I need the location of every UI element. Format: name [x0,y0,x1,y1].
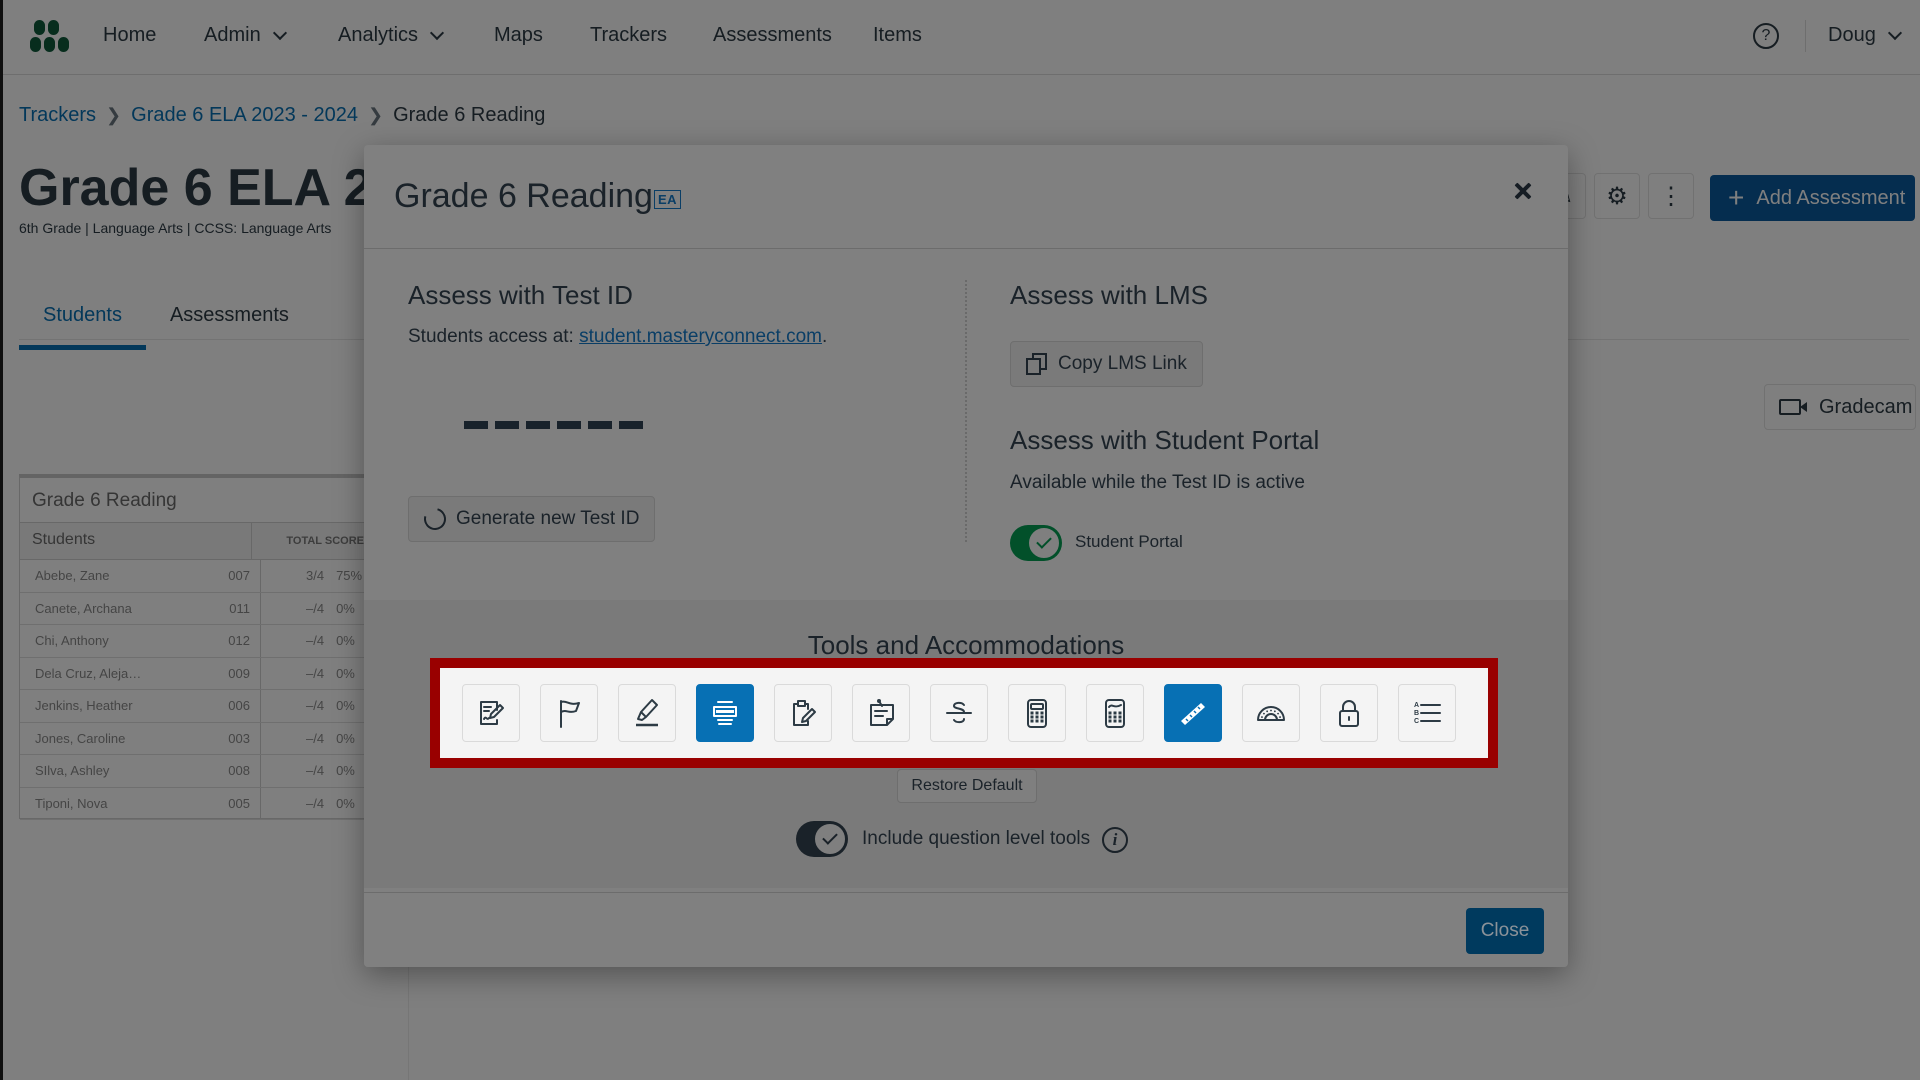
tool-ruler-button[interactable] [1164,684,1222,742]
student-portal-heading: Assess with Student Portal [1010,425,1320,455]
notepad-sign-icon [480,701,504,725]
tool-notepad-sign-button[interactable] [462,684,520,742]
strikethrough-icon [946,701,972,724]
highlighter-icon [636,699,658,727]
student-portal-toggle-label: Student Portal [1075,532,1183,551]
toggle-knob [813,822,847,856]
access-prefix: Students access at: [408,326,580,347]
copy-icon [1026,353,1048,375]
tool-lock-button[interactable] [1320,684,1378,742]
refresh-icon [419,503,451,535]
lock-icon [1339,700,1359,727]
svg-text:B: B [1414,710,1419,717]
test-id-char [619,421,643,429]
test-id-char [464,421,488,429]
modal-footer: Close [364,892,1568,967]
student-portal-toggle[interactable] [1010,525,1062,561]
tool-protractor-button[interactable] [1242,684,1300,742]
copy-lms-link-button[interactable]: Copy LMS Link [1010,341,1203,387]
tool-strikethrough-button[interactable] [930,684,988,742]
svg-text:A: A [1414,702,1419,709]
restore-default-button[interactable]: Restore Default [897,769,1037,803]
ea-badge: EA [654,190,682,209]
clipboard-edit-icon [793,700,816,726]
close-button[interactable]: Close [1466,908,1544,954]
generate-label: Generate new Test ID [456,508,640,529]
tools-heading: Tools and Accommodations [807,630,1125,660]
svg-text:C: C [1414,718,1419,725]
sticky-note-icon [870,699,894,726]
assessment-modal: Grade 6 Reading EA Assess with Test ID S… [364,145,1568,967]
test-id-char [526,421,550,429]
flag-icon [560,700,580,728]
modal-header: Grade 6 Reading EA [364,145,1568,249]
question-level-tools-label: Include question level tools [862,828,1091,849]
check-icon [822,829,838,845]
tool-highlighter-button[interactable] [618,684,676,742]
modal-title: Grade 6 Reading [394,177,653,215]
access-text: Students access at: student.masteryconne… [408,326,827,348]
lms-heading: Assess with LMS [1010,280,1208,310]
info-icon[interactable]: i [1102,827,1128,853]
answer-list-icon: ABC [1414,702,1441,725]
test-id-char [588,421,612,429]
graphing-calculator-icon [1105,699,1125,728]
tool-line-reader-button[interactable] [696,684,754,742]
section-divider [965,280,967,542]
tool-sticky-note-button[interactable] [852,684,910,742]
generate-test-id-button[interactable]: Generate new Test ID [408,496,656,542]
tool-clipboard-edit-button[interactable] [774,684,832,742]
tool-graphing-calculator-button[interactable] [1086,684,1144,742]
toggle-knob [1027,526,1061,560]
tool-flag-button[interactable] [540,684,598,742]
line-reader-icon [713,701,737,725]
question-level-tools-toggle[interactable] [796,821,848,857]
copy-lms-label: Copy LMS Link [1058,353,1187,374]
student-portal-description: Available while the Test ID is active [1010,472,1306,493]
test-id-char [557,421,581,429]
ruler-icon [1181,703,1205,725]
check-icon [1036,533,1052,549]
student-portal-link[interactable]: student.masteryconnect.com [579,326,822,347]
tool-answer-list-button[interactable]: ABC [1398,684,1456,742]
test-id-display [464,421,643,429]
calculator-icon [1027,699,1047,728]
tool-calculator-button[interactable] [1008,684,1066,742]
close-icon[interactable] [1512,181,1534,203]
access-suffix: . [821,326,828,347]
test-id-heading: Assess with Test ID [408,280,633,310]
tools-highlight-box: ABC [430,658,1498,768]
protractor-icon [1257,706,1285,721]
test-id-char [495,421,519,429]
